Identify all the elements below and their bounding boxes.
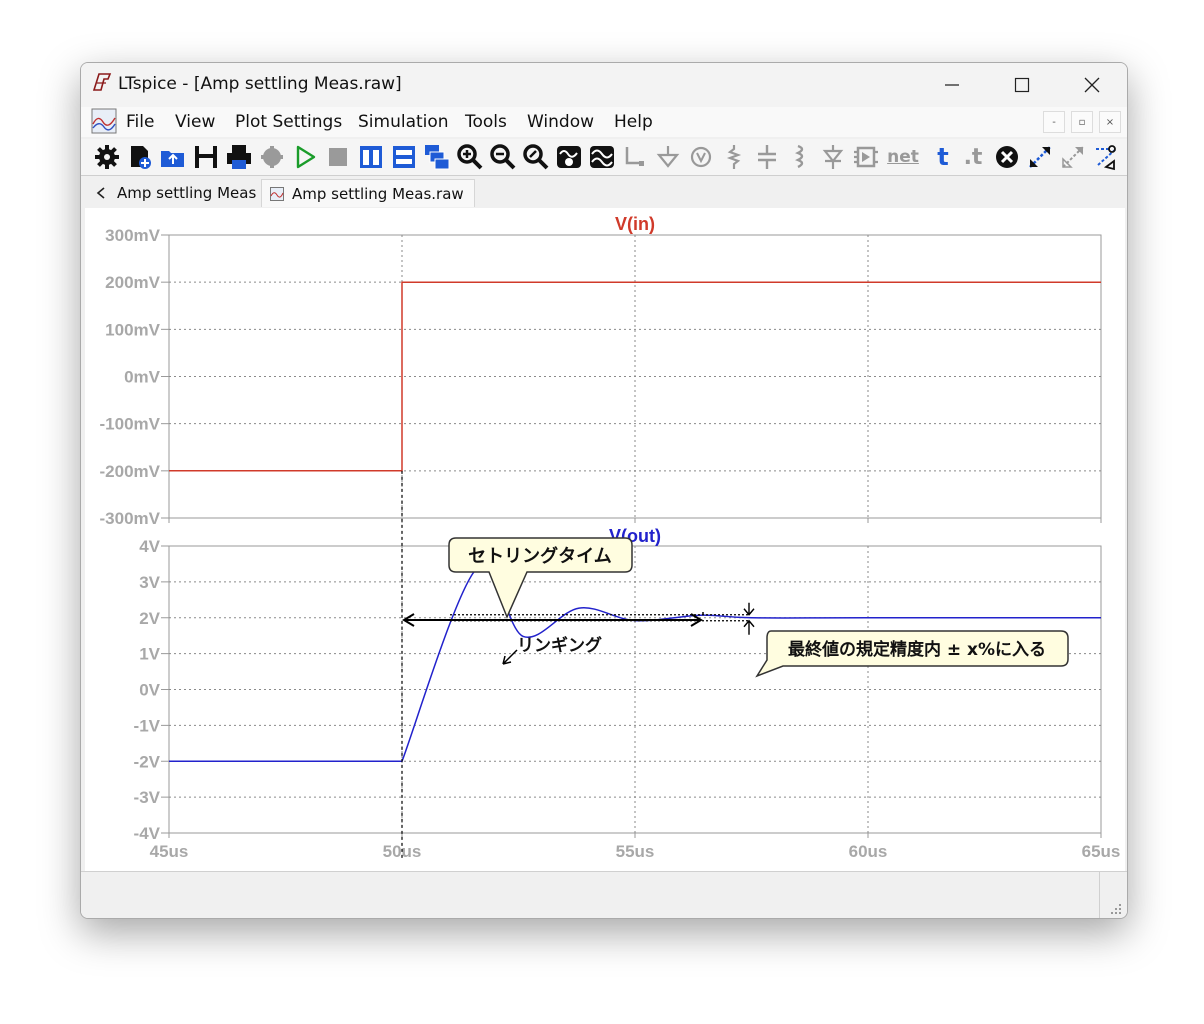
maximize-button[interactable]	[987, 63, 1057, 107]
minimize-button[interactable]	[917, 63, 987, 107]
component-icon[interactable]	[852, 143, 880, 171]
menu-help[interactable]: Help	[614, 112, 653, 132]
inductor-icon[interactable]	[786, 143, 814, 171]
waveform-plot[interactable]: 300mV 200mV 100mV 0mV -100mV -200mV -300mV V(in…	[85, 208, 1125, 871]
x-tick-label: 60us	[849, 842, 888, 861]
spice-directive-icon[interactable]: .t	[959, 143, 987, 171]
zoom-fit-icon[interactable]	[522, 143, 550, 171]
settling-time-label: セトリングタイム	[468, 545, 612, 567]
y-tick-label: -300mV	[100, 509, 161, 528]
tab-waveform[interactable]: Amp settling Meas.raw	[261, 179, 475, 207]
net-label-icon[interactable]: net	[885, 143, 921, 171]
menu-plot-settings[interactable]: Plot Settings	[235, 112, 342, 132]
autoscale-icon[interactable]	[555, 143, 583, 171]
y-tick-label: 4V	[139, 537, 160, 556]
tile-vertical-icon[interactable]	[357, 143, 385, 171]
ringing-label: リンギング	[517, 635, 602, 656]
status-separator	[1099, 872, 1100, 918]
settings-icon[interactable]	[93, 143, 121, 171]
y-tick-label: -200mV	[100, 462, 161, 481]
y-tick-label: 300mV	[105, 226, 160, 245]
run-icon[interactable]	[291, 143, 319, 171]
maximize-icon	[1014, 77, 1030, 93]
close-icon	[1084, 77, 1100, 93]
y-tick-label: -1V	[134, 716, 161, 735]
y-tick-label: -3V	[134, 788, 161, 807]
ground-icon[interactable]	[654, 143, 682, 171]
mdi-close-button[interactable]: ×	[1099, 111, 1121, 133]
voltage-source-icon[interactable]	[687, 143, 715, 171]
drag-icon[interactable]	[1059, 143, 1087, 171]
text-icon[interactable]: t	[929, 143, 957, 171]
minimize-icon	[945, 84, 959, 86]
y-tick-label: 1V	[139, 645, 160, 664]
y-tick-label: 3V	[139, 573, 160, 592]
resistor-icon[interactable]	[720, 143, 748, 171]
ltspice-window: LTspice - [Amp settling Meas.raw] File V…	[80, 62, 1128, 919]
resize-grip-icon[interactable]	[1109, 902, 1123, 916]
document-tabs: Amp settling Meas Amp settling Meas.raw	[81, 176, 1127, 208]
y-tick-label: 2V	[139, 609, 160, 628]
x-tick-label: 65us	[1082, 842, 1121, 861]
x-tick-label: 45us	[150, 842, 189, 861]
status-bar	[81, 871, 1127, 918]
delete-icon[interactable]	[993, 143, 1021, 171]
wire-icon[interactable]	[621, 143, 649, 171]
schematic-icon	[96, 187, 105, 199]
move-icon[interactable]	[1026, 143, 1054, 171]
tab-schematic[interactable]: Amp settling Meas	[87, 179, 264, 207]
zoom-in-icon[interactable]	[456, 143, 484, 171]
print-icon[interactable]	[225, 143, 253, 171]
y-tick-label: 100mV	[105, 320, 160, 339]
stop-icon[interactable]	[324, 143, 352, 171]
menu-tools[interactable]: Tools	[465, 112, 507, 132]
menu-bar: File View Plot Settings Simulation Tools…	[81, 107, 1127, 137]
menu-simulation[interactable]: Simulation	[358, 112, 449, 132]
final-value-label: 最終値の規定精度内 ± x%に入る	[788, 639, 1046, 660]
mirror-icon[interactable]	[1092, 143, 1120, 171]
capacitor-icon[interactable]	[753, 143, 781, 171]
window-title: LTspice - [Amp settling Meas.raw]	[118, 74, 402, 94]
y-tick-label: 0V	[139, 681, 160, 700]
trace-title-vin: V(in)	[615, 214, 655, 234]
zoom-out-icon[interactable]	[489, 143, 517, 171]
menu-window[interactable]: Window	[527, 112, 594, 132]
y-tick-label: -2V	[134, 752, 161, 771]
toolbar: net t .t	[81, 139, 1127, 176]
halt-gear-icon[interactable]	[258, 143, 286, 171]
tile-horizontal-icon[interactable]	[390, 143, 418, 171]
menu-view[interactable]: View	[175, 112, 215, 132]
y-tick-label: 200mV	[105, 273, 160, 292]
waveform-document-icon	[91, 108, 117, 134]
tab-schematic-label: Amp settling Meas	[117, 184, 257, 202]
open-icon[interactable]	[159, 143, 187, 171]
mdi-restore-button[interactable]: ▫	[1071, 111, 1093, 133]
tab-waveform-label: Amp settling Meas.raw	[292, 184, 464, 203]
waveform-doc-icon	[270, 186, 284, 201]
save-icon[interactable]	[192, 143, 220, 171]
y-tick-label: 0mV	[124, 368, 161, 387]
title-bar[interactable]: LTspice - [Amp settling Meas.raw]	[81, 63, 1127, 107]
waveform-viewer[interactable]: 300mV 200mV 100mV 0mV -100mV -200mV -300mV V(in…	[85, 208, 1125, 871]
waveform-icon[interactable]	[588, 143, 616, 171]
cascade-icon[interactable]	[423, 143, 451, 171]
y-tick-label: -100mV	[100, 415, 161, 434]
y-tick-label: -4V	[134, 824, 161, 843]
close-button[interactable]	[1057, 63, 1127, 107]
ltspice-logo-icon	[92, 73, 112, 91]
mdi-minimize-button[interactable]: -	[1043, 111, 1065, 133]
x-tick-label: 55us	[616, 842, 655, 861]
menu-file[interactable]: File	[126, 112, 154, 132]
diode-icon[interactable]	[819, 143, 847, 171]
new-schematic-icon[interactable]	[126, 143, 154, 171]
